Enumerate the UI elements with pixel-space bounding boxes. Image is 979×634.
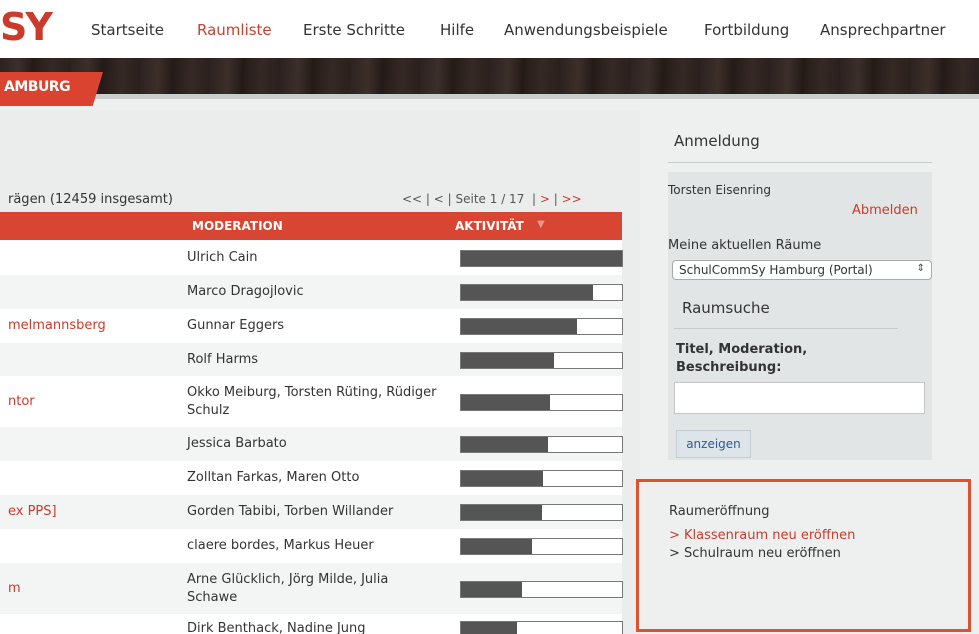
room-opening-heading: Raumeröffnung — [669, 504, 770, 519]
activity-bar — [460, 621, 623, 634]
activity-bar — [460, 351, 623, 369]
moderation-cell: Gunnar Eggers — [187, 318, 285, 333]
table-row[interactable]: ntor Okko Meiburg, Torsten Rüting, Rüdige… — [0, 376, 623, 427]
open-school-room-link[interactable]: > Schulraum neu eröffnen — [669, 546, 841, 561]
table-row[interactable]: Zolltan Farkas, Maren Otto — [0, 461, 623, 495]
column-activity[interactable]: AKTIVITÄT — [455, 219, 524, 233]
activity-bar — [460, 436, 623, 453]
header-band — [0, 58, 979, 94]
moderation-cell: Ulrich Cain — [187, 249, 258, 265]
pager-prev: < — [433, 192, 444, 206]
moderation-cell: Zolltan Farkas, Maren Otto — [187, 470, 360, 485]
activity-bar-fill — [461, 352, 555, 368]
pager-first: << — [402, 192, 423, 206]
moderation-cell: Dirk Benthack, Nadine Jung — [187, 621, 366, 634]
activity-bar-fill — [461, 505, 542, 520]
sort-arrow-icon: ▼ — [537, 219, 545, 230]
activity-bar-fill — [461, 581, 523, 597]
my-rooms-label: Meine aktuellen Räume — [668, 238, 822, 253]
activity-bar — [460, 538, 623, 555]
activity-bar — [460, 504, 623, 521]
my-rooms-selected: SchulCommSy Hamburg (Portal) — [679, 263, 873, 277]
activity-bar-fill — [461, 319, 577, 334]
nav-ansprechpartner[interactable]: Ansprechpartner — [820, 20, 946, 40]
activity-bar — [460, 318, 623, 335]
pager: << | < | Seite 1 / 17 | > | >> — [402, 192, 582, 206]
moderation-cell: Gorden Tabibi, Torben Willander — [187, 504, 394, 519]
moderation-cell: Arne Glücklich, Jörg Milde, Julia Schawe — [187, 571, 389, 605]
logout-link[interactable]: Abmelden — [852, 203, 918, 218]
moderation-cell: claere bordes, Markus Heuer — [187, 538, 374, 553]
search-button[interactable]: anzeigen — [676, 430, 751, 458]
pager-next[interactable]: > — [540, 192, 550, 206]
table-row[interactable]: m Arne Glücklich, Jörg Milde, Julia Schaw… — [0, 563, 623, 614]
table-row[interactable]: melmannsberg Gunnar Eggers — [0, 309, 623, 343]
search-field-label: Titel, Moderation, Beschreibung: — [676, 342, 808, 375]
login-heading: Anmeldung — [674, 132, 760, 150]
nav-anwendungsbeispiele[interactable]: Anwendungsbeispiele — [504, 20, 668, 40]
table-row[interactable]: claere bordes, Markus Heuer — [0, 529, 623, 563]
search-divider — [674, 328, 898, 329]
activity-bar-fill — [461, 394, 550, 410]
nav-erste-schritte[interactable]: Erste Schritte — [303, 20, 405, 40]
result-count: rägen (12459 insgesamt) — [8, 192, 173, 207]
select-arrows-icon: ⇕ — [916, 263, 925, 274]
activity-bar-fill — [461, 285, 594, 300]
activity-bar-fill — [461, 437, 548, 452]
portal-badge-label: AMBURG — [4, 79, 71, 95]
activity-bar — [460, 284, 623, 301]
my-rooms-select[interactable]: SchulCommSy Hamburg (Portal) ⇕ — [672, 260, 932, 280]
user-name: Torsten Eisenring — [668, 183, 771, 197]
activity-bar-fill — [461, 471, 544, 486]
moderation-cell: Okko Meiburg, Torsten Rüting, Rüdiger Sc… — [187, 384, 437, 418]
activity-bar-fill — [461, 250, 622, 266]
table-row[interactable]: Rolf Harms — [0, 343, 623, 376]
pager-last[interactable]: >> — [562, 192, 582, 206]
table-header — [0, 212, 622, 240]
room-title-link[interactable]: m — [8, 581, 21, 596]
pager-page: Seite 1 / 17 — [455, 192, 525, 206]
room-title-link[interactable]: ex PPS] — [8, 504, 57, 519]
moderation-cell: Marco Dragojlovic — [187, 284, 304, 299]
moderation-cell: Jessica Barbato — [187, 436, 287, 451]
nav-hilfe[interactable]: Hilfe — [440, 20, 474, 40]
activity-bar — [460, 249, 623, 267]
search-input[interactable] — [674, 382, 925, 414]
room-search-heading: Raumsuche — [682, 299, 770, 317]
table-row[interactable]: Ulrich Cain — [0, 240, 623, 275]
room-title-link[interactable]: ntor — [8, 394, 35, 409]
room-title-link[interactable]: melmannsberg — [8, 318, 106, 333]
open-class-room-link[interactable]: > Klassenraum neu eröffnen — [669, 528, 855, 543]
logo[interactable]: SY — [0, 3, 53, 51]
table-row[interactable]: Jessica Barbato — [0, 427, 623, 461]
column-moderation[interactable]: MODERATION — [192, 219, 283, 233]
moderation-cell: Rolf Harms — [187, 351, 259, 367]
nav-raumliste[interactable]: Raumliste — [197, 20, 272, 40]
login-divider — [668, 162, 932, 163]
activity-bar — [460, 393, 623, 411]
table-row[interactable]: Marco Dragojlovic — [0, 275, 623, 309]
activity-bar — [460, 580, 623, 598]
activity-bar-fill — [461, 622, 518, 634]
activity-bar-fill — [461, 539, 532, 554]
table-row[interactable]: ex PPS] Gorden Tabibi, Torben Willander — [0, 495, 623, 529]
table-row[interactable]: Dirk Benthack, Nadine Jung — [0, 614, 623, 634]
top-navigation: SY Startseite Raumliste Erste Schritte H… — [0, 0, 979, 58]
activity-bar — [460, 470, 623, 487]
nav-startseite[interactable]: Startseite — [91, 20, 164, 40]
header-band-lower — [0, 94, 979, 99]
nav-fortbildung[interactable]: Fortbildung — [704, 20, 789, 40]
